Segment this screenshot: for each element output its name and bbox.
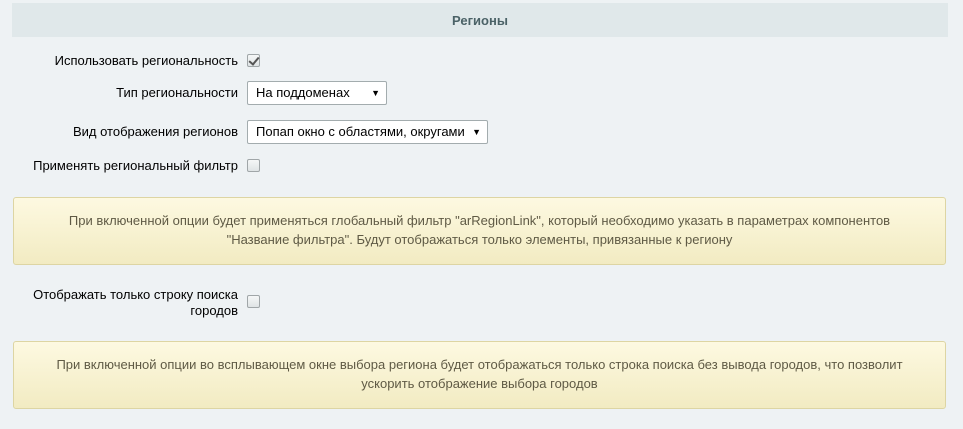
regions-view-row: Вид отображения регионов Попап окно с об… [0, 120, 963, 144]
regional-filter-note-line2: "Название фильтра". Будут отображаться т… [226, 232, 733, 247]
triangle-down-icon: ▼ [472, 127, 481, 137]
regionality-type-row: Тип региональности На поддоменах ▼ [0, 81, 963, 105]
section-header: Регионы [12, 3, 948, 37]
use-regionality-label: Использовать региональность [54, 53, 238, 68]
search-only-row: Отображать только строку поиска городов [0, 286, 963, 322]
triangle-down-icon: ▼ [371, 88, 380, 98]
regional-filter-note-line1: При включенной опции будет применяться г… [68, 213, 891, 228]
search-only-label-line1: Отображать только строку поиска [33, 287, 238, 302]
section-title: Регионы [452, 12, 508, 28]
search-only-note-line1: При включенной опции во всплывающем окне… [56, 357, 903, 372]
search-only-checkbox[interactable] [247, 295, 260, 308]
regional-filter-note: При включенной опции будет применяться г… [13, 197, 946, 265]
search-only-label-line2: городов [190, 303, 238, 318]
use-regionality-row: Использовать региональность [0, 51, 963, 75]
regions-view-value: Попап окно с областями, округами [256, 124, 465, 139]
use-regionality-checkbox[interactable] [247, 54, 260, 67]
regional-filter-row: Применять региональный фильтр [0, 157, 963, 181]
search-only-note-line2: ускорить отображение выбора городов [361, 376, 598, 391]
regions-view-select[interactable]: Попап окно с областями, округами ▼ [247, 120, 488, 144]
regional-filter-label: Применять региональный фильтр [33, 158, 238, 173]
regionality-type-label: Тип региональности [116, 85, 238, 100]
regional-filter-checkbox[interactable] [247, 159, 260, 172]
checkmark-icon [248, 54, 260, 66]
regionality-type-select[interactable]: На поддоменах ▼ [247, 81, 387, 105]
regionality-type-value: На поддоменах [256, 85, 350, 100]
regions-view-label: Вид отображения регионов [72, 124, 238, 139]
search-only-note: При включенной опции во всплывающем окне… [13, 341, 946, 409]
